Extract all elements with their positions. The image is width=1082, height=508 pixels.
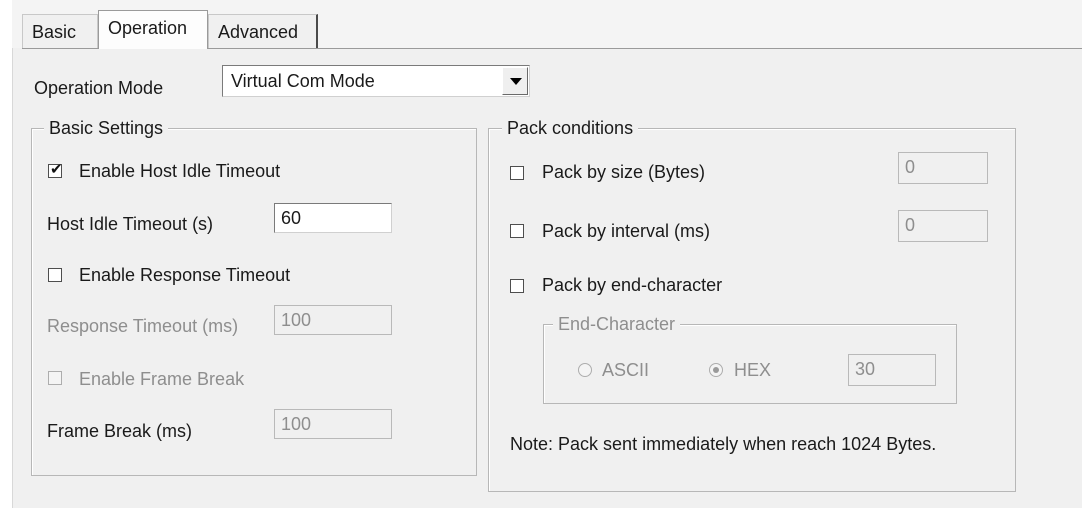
frame-break-input[interactable]: 100 bbox=[274, 409, 392, 439]
enable-response-timeout-checkbox[interactable] bbox=[48, 268, 62, 282]
response-timeout-label: Response Timeout (ms) bbox=[47, 316, 239, 336]
pack-by-size-label: Pack by size (Bytes) bbox=[542, 162, 706, 182]
enable-response-timeout-label: Enable Response Timeout bbox=[79, 265, 291, 285]
pack-by-size-checkbox[interactable] bbox=[510, 166, 524, 180]
host-idle-timeout-label: Host Idle Timeout (s) bbox=[47, 214, 214, 234]
pack-conditions-title: Pack conditions bbox=[502, 117, 639, 139]
tab-basic[interactable]: Basic bbox=[22, 14, 98, 48]
chevron-down-icon bbox=[510, 78, 522, 85]
pack-by-end-character-checkbox[interactable] bbox=[510, 279, 524, 293]
enable-frame-break-label: Enable Frame Break bbox=[79, 369, 245, 389]
radio-selected-dot bbox=[713, 367, 719, 373]
end-character-title: End-Character bbox=[553, 313, 681, 335]
tab-basic-label: Basic bbox=[32, 22, 77, 42]
dropdown-button[interactable] bbox=[502, 67, 528, 95]
pack-by-interval-checkbox[interactable] bbox=[510, 224, 524, 238]
enable-frame-break-checkbox[interactable] bbox=[48, 371, 62, 385]
frame-break-label: Frame Break (ms) bbox=[47, 421, 193, 441]
hex-radio-label: HEX bbox=[734, 360, 772, 380]
enable-host-idle-timeout-checkbox[interactable]: ✔ bbox=[48, 161, 63, 178]
ascii-radio[interactable] bbox=[578, 363, 592, 377]
pack-by-size-input[interactable]: 0 bbox=[898, 152, 988, 184]
enable-host-idle-timeout-label: Enable Host Idle Timeout bbox=[79, 161, 281, 181]
operation-mode-value: Virtual Com Mode bbox=[231, 71, 375, 91]
hex-radio[interactable] bbox=[709, 363, 723, 377]
checkmark-icon: ✔ bbox=[50, 161, 63, 178]
response-timeout-input[interactable]: 100 bbox=[274, 305, 392, 335]
tab-operation[interactable]: Operation bbox=[98, 10, 208, 49]
operation-mode-select[interactable]: Virtual Com Mode bbox=[222, 65, 530, 97]
end-character-input[interactable]: 30 bbox=[848, 354, 936, 386]
ascii-radio-label: ASCII bbox=[602, 360, 650, 380]
host-idle-timeout-input[interactable]: 60 bbox=[274, 203, 392, 233]
operation-mode-label: Operation Mode bbox=[34, 78, 164, 98]
pack-note: Note: Pack sent immediately when reach 1… bbox=[510, 434, 937, 454]
tab-advanced[interactable]: Advanced bbox=[208, 14, 318, 48]
tab-advanced-label: Advanced bbox=[218, 22, 299, 42]
pack-by-interval-input[interactable]: 0 bbox=[898, 210, 988, 242]
basic-settings-title: Basic Settings bbox=[44, 117, 169, 139]
pack-by-interval-label: Pack by interval (ms) bbox=[542, 221, 711, 241]
tab-operation-label: Operation bbox=[108, 18, 188, 38]
pack-by-end-character-label: Pack by end-character bbox=[542, 275, 723, 295]
